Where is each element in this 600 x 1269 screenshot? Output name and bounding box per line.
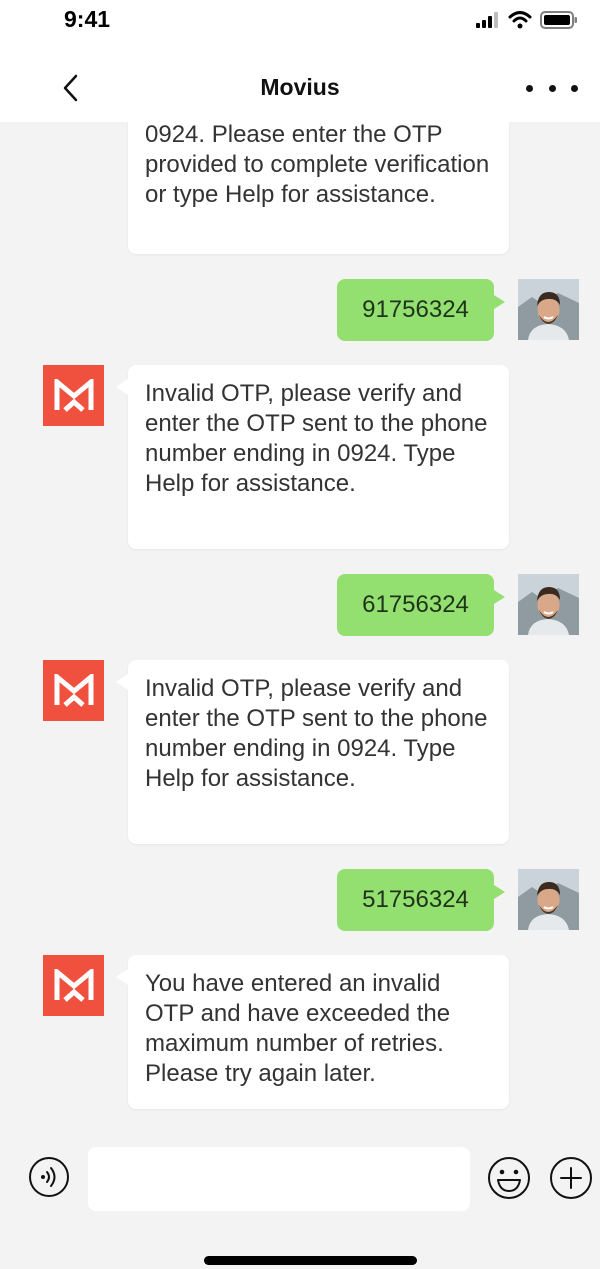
movius-logo-icon — [54, 378, 93, 412]
voice-icon — [29, 1157, 69, 1197]
message-text: You have entered an invalid OTP and have… — [145, 970, 451, 1087]
message-text: 91756324 — [362, 296, 469, 323]
status-time: 9:41 — [64, 6, 111, 32]
header: 9:41 Movius — [0, 0, 600, 122]
signal-icon — [476, 12, 498, 28]
bot-avatar[interactable] — [43, 955, 104, 1016]
user-avatar[interactable] — [518, 869, 579, 930]
add-button[interactable] — [549, 1156, 593, 1200]
message-text: Invalid OTP, please verify and enter the… — [145, 380, 488, 497]
message-text: 51756324 — [362, 886, 469, 913]
page-title: Movius — [260, 74, 340, 100]
message-input[interactable] — [88, 1147, 470, 1211]
chat-area[interactable]: 0924. Please enter the OTP provided to c… — [0, 0, 600, 1269]
emoji-icon — [488, 1157, 530, 1199]
battery-icon — [540, 11, 577, 29]
message-text: 61756324 — [362, 591, 469, 618]
status-bar: 9:41 — [0, 0, 600, 44]
movius-logo-icon — [54, 673, 93, 707]
bot-avatar[interactable] — [43, 660, 104, 721]
status-icons — [476, 10, 578, 30]
emoji-button[interactable] — [487, 1156, 531, 1200]
plus-circle-icon — [550, 1157, 592, 1199]
wifi-icon — [508, 11, 532, 29]
bot-avatar[interactable] — [43, 365, 104, 426]
message-text: Invalid OTP, please verify and enter the… — [145, 675, 488, 792]
composer — [0, 1133, 600, 1269]
voice-button[interactable] — [28, 1156, 70, 1198]
bot-message-bubble: Invalid OTP, please verify and enter the… — [116, 660, 509, 844]
user-avatar[interactable] — [518, 574, 579, 635]
user-message-bubble: 61756324 — [337, 574, 505, 636]
bot-message-bubble: You have entered an invalid OTP and have… — [116, 955, 509, 1109]
home-indicator — [204, 1256, 417, 1265]
user-message-bubble: 91756324 — [337, 279, 505, 341]
bot-message-bubble: Invalid OTP, please verify and enter the… — [116, 365, 509, 549]
nav-bar: Movius — [0, 62, 600, 114]
user-message-bubble: 51756324 — [337, 869, 505, 931]
message-text: 0924. Please enter the OTP provided to c… — [145, 121, 490, 208]
more-button[interactable] — [526, 70, 578, 106]
movius-logo-icon — [54, 968, 93, 1002]
user-avatar[interactable] — [518, 279, 579, 340]
more-dots-icon — [526, 84, 533, 92]
